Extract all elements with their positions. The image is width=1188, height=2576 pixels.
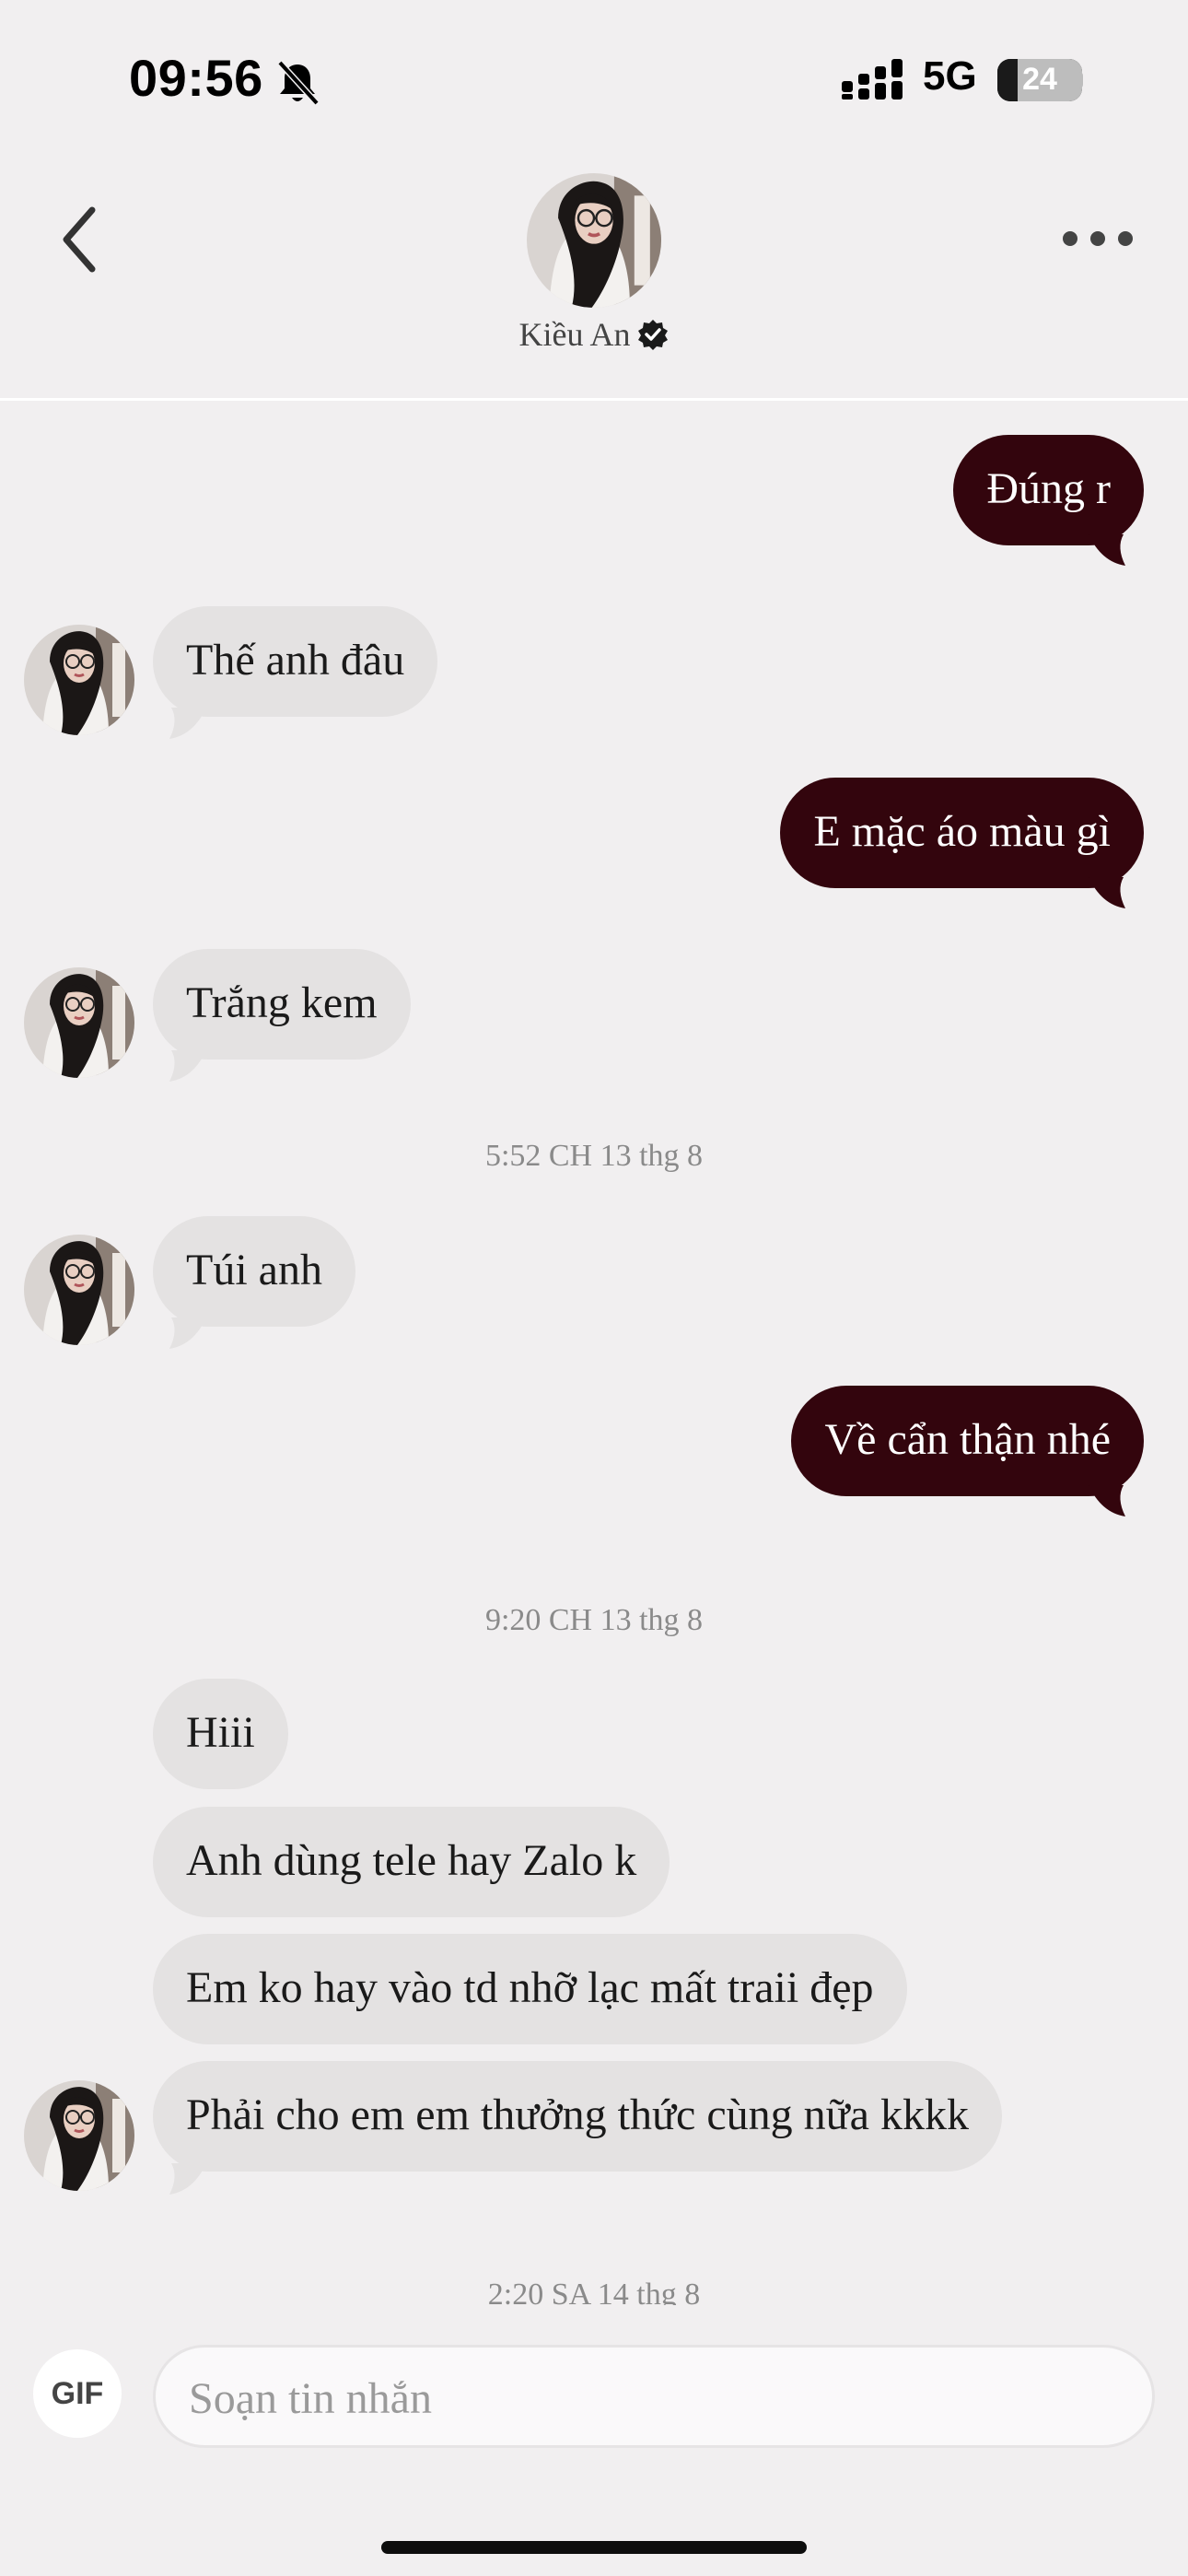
incoming-message-bubble[interactable]: Túi anh [153,1216,355,1327]
signal-strength-icon [842,59,903,100]
incoming-message-bubble[interactable]: Em ko hay vào td nhỡ lạc mất traii đẹp [153,1934,907,2044]
sender-avatar[interactable] [24,967,134,1078]
bubble-tail [169,1050,206,1082]
home-indicator[interactable] [381,2541,807,2554]
contact-avatar[interactable] [527,173,661,308]
verified-badge-icon [637,320,668,350]
bubble-tail [1089,877,1125,908]
header-divider [0,398,1188,401]
network-type: 5G [923,53,977,99]
bubble-tail [169,1317,206,1349]
contact-name-text: Kiều An [518,316,631,353]
bubble-tail [169,2163,206,2195]
back-chevron-icon[interactable] [55,203,111,276]
bubble-tail [1089,1485,1125,1516]
message-input[interactable] [187,2370,1112,2427]
timestamp-divider: 5:52 CH 13 thg 8 [484,1139,704,1173]
outgoing-message-bubble[interactable]: E mặc áo màu gì [780,778,1144,888]
battery-icon: 24 [997,59,1082,101]
sender-avatar[interactable] [24,1235,134,1345]
outgoing-message-bubble[interactable]: Về cẩn thận nhé [791,1386,1144,1496]
incoming-message-bubble[interactable]: Thế anh đâu [153,606,438,717]
bubble-tail [1089,534,1125,566]
battery-level: 24 [1022,62,1057,97]
contact-name[interactable]: Kiều An [460,315,728,354]
sender-avatar[interactable] [24,625,134,735]
more-options-icon[interactable] [1059,225,1136,252]
incoming-message-bubble[interactable]: Hiii [153,1679,288,1789]
incoming-message-bubble[interactable]: Anh dùng tele hay Zalo k [153,1807,670,1917]
incoming-message-bubble[interactable]: Trắng kem [153,949,411,1060]
status-time: 09:56 [129,49,263,107]
gif-button[interactable]: GIF [33,2349,122,2438]
timestamp-divider: 2:20 SA 14 thg 8 [487,2277,701,2305]
battery-nub [1077,72,1083,88]
bubble-tail [169,708,206,739]
message-composer[interactable] [153,2345,1155,2448]
outgoing-message-bubble[interactable]: Đúng r [953,435,1144,545]
timestamp-divider: 9:20 CH 13 thg 8 [484,1603,704,1637]
sender-avatar[interactable] [24,2080,134,2191]
incoming-message-bubble[interactable]: Phải cho em em thưởng thức cùng nữa kkkk [153,2061,1002,2172]
silent-bell-icon [277,60,320,106]
